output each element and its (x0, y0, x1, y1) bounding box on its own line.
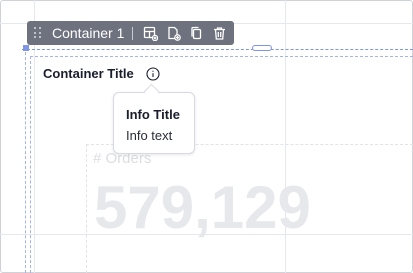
builder-canvas: Container 1 Container Title # Orders 579… (0, 0, 413, 273)
container-name-label[interactable]: Container 1 (52, 25, 124, 41)
add-component-icon[interactable] (142, 25, 158, 41)
metric-value: 579,129 (94, 174, 311, 241)
tooltip-text: Info text (126, 128, 173, 143)
container-toolbar: Container 1 (27, 21, 234, 45)
add-page-icon[interactable] (165, 25, 181, 41)
tooltip-title: Info Title (126, 107, 180, 122)
resize-handle-top[interactable] (252, 45, 272, 51)
delete-icon[interactable] (211, 25, 227, 41)
info-tooltip: Info Title Info text (113, 92, 195, 154)
toolbar-divider (132, 26, 134, 40)
selection-outline (22, 49, 413, 50)
container-title: Container Title (43, 66, 134, 81)
drag-handle-icon[interactable] (34, 27, 42, 39)
info-icon[interactable] (146, 67, 160, 81)
resize-handle-corner[interactable] (23, 45, 29, 51)
duplicate-icon[interactable] (188, 25, 204, 41)
